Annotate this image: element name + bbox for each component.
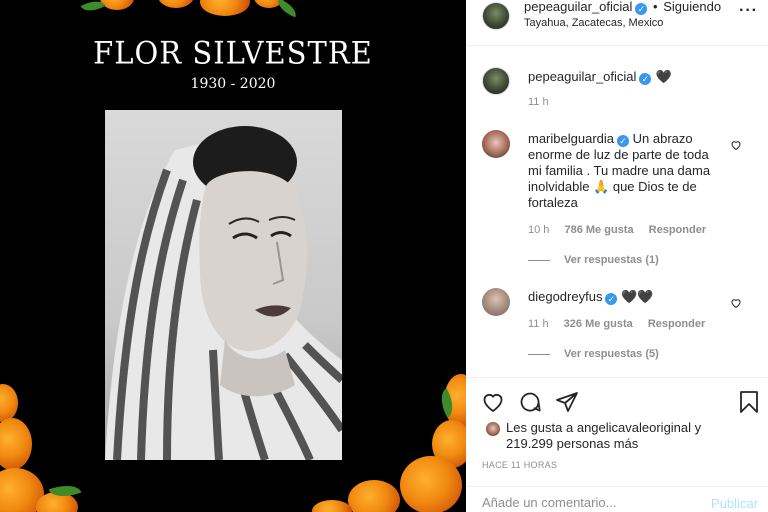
leaf	[80, 0, 106, 17]
comment-meta: 11 h 326 Me gusta Responder	[528, 318, 717, 330]
post-details-panel: pepeaguilar_oficial ✓ • Siguiendo Tayahua…	[466, 0, 768, 512]
comment-likes[interactable]: 786 Me gusta	[564, 224, 633, 236]
comment-line: mi familia . Tu madre una dama	[528, 163, 711, 178]
avatar[interactable]	[482, 288, 510, 316]
divider	[528, 259, 550, 261]
comment-text: 🖤🖤	[621, 289, 654, 304]
post-timestamp[interactable]: HACE 11 HORAS	[482, 460, 557, 470]
avatar[interactable]	[482, 2, 510, 30]
view-replies-label: Ver respuestas (5)	[564, 348, 659, 360]
portrait-photo	[105, 110, 342, 460]
likes-prefix: Les gusta a	[506, 420, 574, 435]
bookmark-icon[interactable]	[737, 390, 761, 414]
comment-icon[interactable]	[518, 390, 542, 414]
likes-count-link[interactable]: 219.299 personas más	[506, 436, 638, 451]
heart-icon[interactable]	[481, 390, 505, 414]
heart-icon[interactable]	[730, 139, 742, 151]
verified-badge-icon: ✓	[617, 135, 629, 147]
more-horizontal-icon[interactable]: ···	[739, 2, 758, 20]
comment-input[interactable]	[482, 495, 702, 510]
actions-section: Les gusta a angelicavaleoriginal y 219.2…	[466, 377, 768, 512]
comment-line: enorme de luz de parte de toda	[528, 147, 709, 162]
comment-line: inolvidable 🙏 que Dios te de	[528, 179, 697, 194]
marigold-flower	[0, 384, 18, 422]
post-header: pepeaguilar_oficial ✓ • Siguiendo Tayahua…	[466, 0, 768, 46]
likes-user-link[interactable]: angelicavaleoriginal	[577, 420, 691, 435]
memorial-years: 1930 - 2020	[190, 76, 276, 92]
divider	[528, 353, 550, 355]
publish-button[interactable]: Publicar	[711, 496, 758, 511]
view-replies-button[interactable]: Ver respuestas (1)	[528, 254, 659, 266]
comment-time[interactable]: 11 h	[528, 318, 549, 330]
leaf	[274, 0, 300, 18]
comment: maribelguardia ✓ Un abrazo enorme de luz …	[528, 131, 748, 211]
view-replies-button[interactable]: Ver respuestas (5)	[528, 348, 659, 360]
view-replies-label: Ver respuestas (1)	[564, 254, 659, 266]
marigold-flower	[348, 480, 400, 512]
marigold-flower	[312, 500, 352, 512]
marigold-flower	[0, 418, 32, 470]
likes-summary: Les gusta a angelicavaleoriginal y 219.2…	[506, 420, 701, 452]
separator: •	[653, 0, 658, 14]
location-link[interactable]: Tayahua, Zacatecas, Mexico	[524, 17, 663, 29]
post-image[interactable]: FLOR SILVESTRE 1930 - 2020	[0, 0, 466, 512]
caption-username[interactable]: pepeaguilar_oficial	[528, 69, 636, 84]
avatar[interactable]	[486, 422, 500, 436]
verified-badge-icon: ✓	[639, 73, 652, 85]
comment: diegodreyfus ✓ 🖤🖤	[528, 289, 653, 305]
caption-text: 🖤	[655, 69, 673, 84]
caption-time[interactable]: 11 h	[528, 96, 549, 108]
header-username[interactable]: pepeaguilar_oficial	[524, 0, 632, 14]
comments-area[interactable]: pepeaguilar_oficial ✓ 🖤 11 h maribelguard…	[466, 47, 768, 377]
marigold-flower	[200, 0, 250, 16]
comment-username[interactable]: diegodreyfus	[528, 289, 602, 304]
avatar[interactable]	[482, 67, 510, 95]
marigold-flower	[400, 456, 462, 512]
comment-meta: 10 h 786 Me gusta Responder	[528, 224, 718, 236]
share-icon[interactable]	[555, 390, 579, 414]
memorial-name: FLOR SILVESTRE	[93, 35, 373, 71]
reply-button[interactable]: Responder	[648, 318, 705, 330]
avatar[interactable]	[482, 130, 510, 158]
comment-time[interactable]: 10 h	[528, 224, 549, 236]
comment-likes[interactable]: 326 Me gusta	[564, 318, 633, 330]
comment-line: Un abrazo	[632, 131, 693, 146]
follow-status-button[interactable]: Siguiendo	[663, 0, 721, 14]
verified-badge-icon: ✓	[605, 293, 618, 305]
reply-button[interactable]: Responder	[649, 224, 706, 236]
comment-username[interactable]: maribelguardia	[528, 131, 614, 146]
verified-badge-icon: ✓	[635, 3, 648, 15]
add-comment-bar: Publicar	[466, 486, 768, 512]
likes-connector: y	[694, 420, 702, 435]
heart-icon[interactable]	[730, 297, 742, 309]
marigold-flower	[158, 0, 194, 8]
comment-line: fortaleza	[528, 195, 578, 210]
